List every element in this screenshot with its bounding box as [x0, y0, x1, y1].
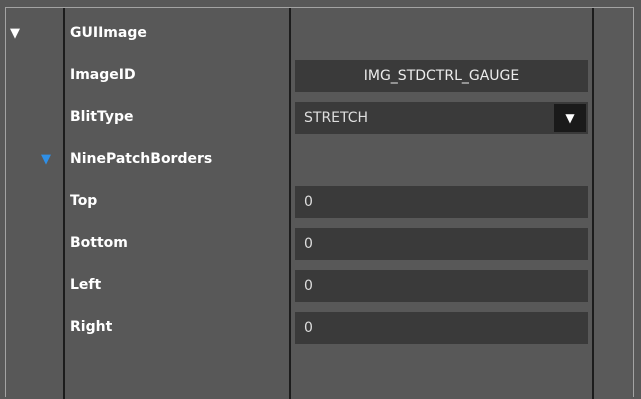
property-label: NinePatchBorders [70, 151, 213, 167]
tree-row-top: Top 0 [0, 184, 641, 220]
property-label: ImageID [70, 67, 136, 83]
tree-row-right: Right 0 [0, 310, 641, 346]
tree-row-bottom: Bottom 0 [0, 226, 641, 262]
property-label: GUIImage [70, 25, 147, 41]
bottom-input[interactable]: 0 [295, 228, 588, 260]
left-input[interactable]: 0 [295, 270, 588, 302]
right-input[interactable]: 0 [295, 312, 588, 344]
dropdown-arrow-icon[interactable]: ▼ [554, 104, 586, 132]
top-input[interactable]: 0 [295, 186, 588, 218]
blittype-select[interactable]: STRETCH ▼ [295, 102, 588, 134]
tree-row-ninepatchborders[interactable]: ▼ NinePatchBorders [0, 142, 641, 178]
expand-arrow-icon[interactable]: ▼ [10, 27, 20, 40]
property-label: Top [70, 193, 98, 209]
tree-row-guiimage[interactable]: ▼ GUIImage [0, 16, 641, 52]
property-label: Left [70, 277, 102, 293]
property-label: Bottom [70, 235, 128, 251]
property-label: BlitType [70, 109, 134, 125]
tree-row-imageid: ImageID IMG_STDCTRL_GAUGE [0, 58, 641, 94]
imageid-field[interactable]: IMG_STDCTRL_GAUGE [295, 60, 588, 92]
blittype-value: STRETCH [304, 110, 369, 126]
expand-arrow-icon[interactable]: ▼ [41, 153, 51, 166]
property-label: Right [70, 319, 113, 335]
tree-row-left: Left 0 [0, 268, 641, 304]
tree-row-blittype: BlitType STRETCH ▼ [0, 100, 641, 136]
